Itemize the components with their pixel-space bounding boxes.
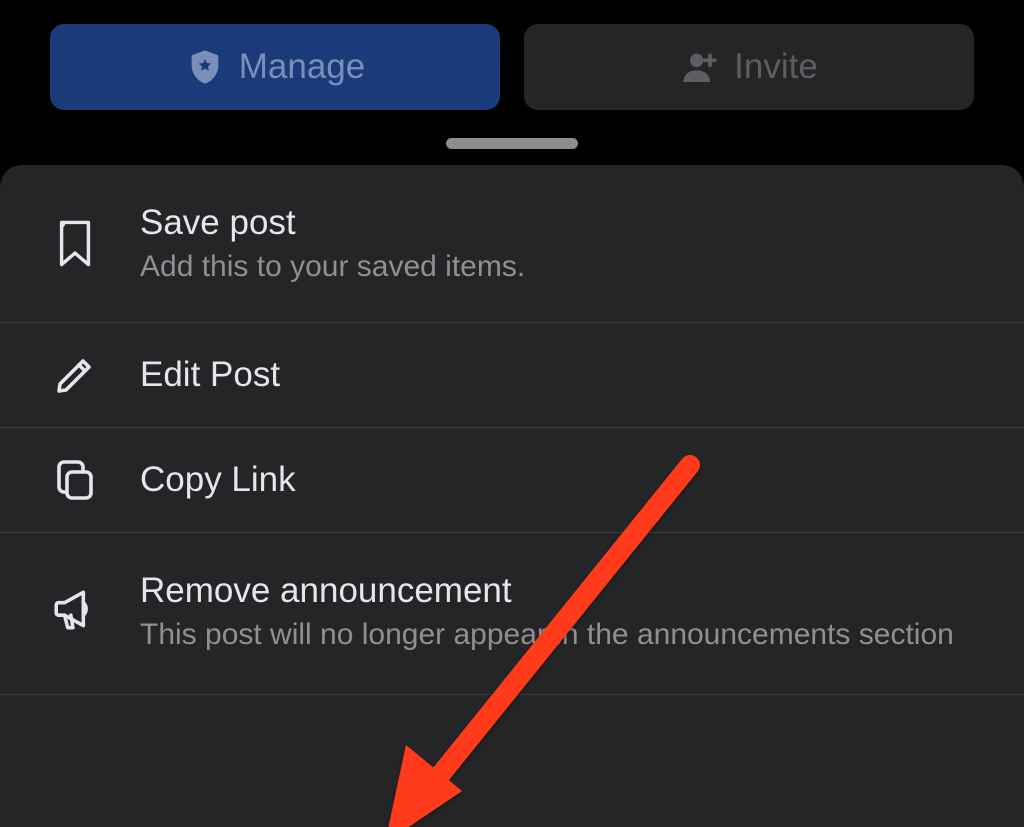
invite-person-icon	[680, 47, 720, 87]
menu-item-remove-announcement[interactable]: Remove announcement This post will no lo…	[0, 533, 1024, 695]
menu-item-save-post-text: Save post Add this to your saved items.	[140, 201, 984, 286]
menu-item-edit-post-text: Edit Post	[140, 353, 984, 397]
invite-label: Invite	[734, 47, 818, 87]
menu-item-title: Edit Post	[140, 353, 984, 397]
menu-item-title: Remove announcement	[140, 569, 984, 613]
pencil-icon	[50, 351, 100, 399]
sheet-grabber[interactable]	[446, 138, 578, 149]
menu-item-copy-link-text: Copy Link	[140, 458, 984, 502]
top-buttons-row: Manage Invite	[0, 0, 1024, 110]
menu-item-copy-link[interactable]: Copy Link	[0, 428, 1024, 533]
bookmark-icon	[50, 216, 100, 271]
menu-item-title: Save post	[140, 201, 984, 245]
menu-item-subtitle: Add this to your saved items.	[140, 247, 984, 286]
menu-item-remove-announcement-text: Remove announcement This post will no lo…	[140, 569, 984, 654]
menu-item-edit-post[interactable]: Edit Post	[0, 323, 1024, 428]
menu-item-subtitle: This post will no longer appear in the a…	[140, 615, 984, 654]
megaphone-icon	[50, 586, 100, 636]
menu-item-save-post[interactable]: Save post Add this to your saved items.	[0, 165, 1024, 323]
manage-button[interactable]: Manage	[50, 24, 500, 110]
invite-button[interactable]: Invite	[524, 24, 974, 110]
copy-icon	[50, 456, 100, 504]
manage-label: Manage	[239, 47, 365, 87]
shield-star-icon	[185, 47, 225, 87]
menu-item-title: Copy Link	[140, 458, 984, 502]
action-sheet: Save post Add this to your saved items. …	[0, 165, 1024, 827]
